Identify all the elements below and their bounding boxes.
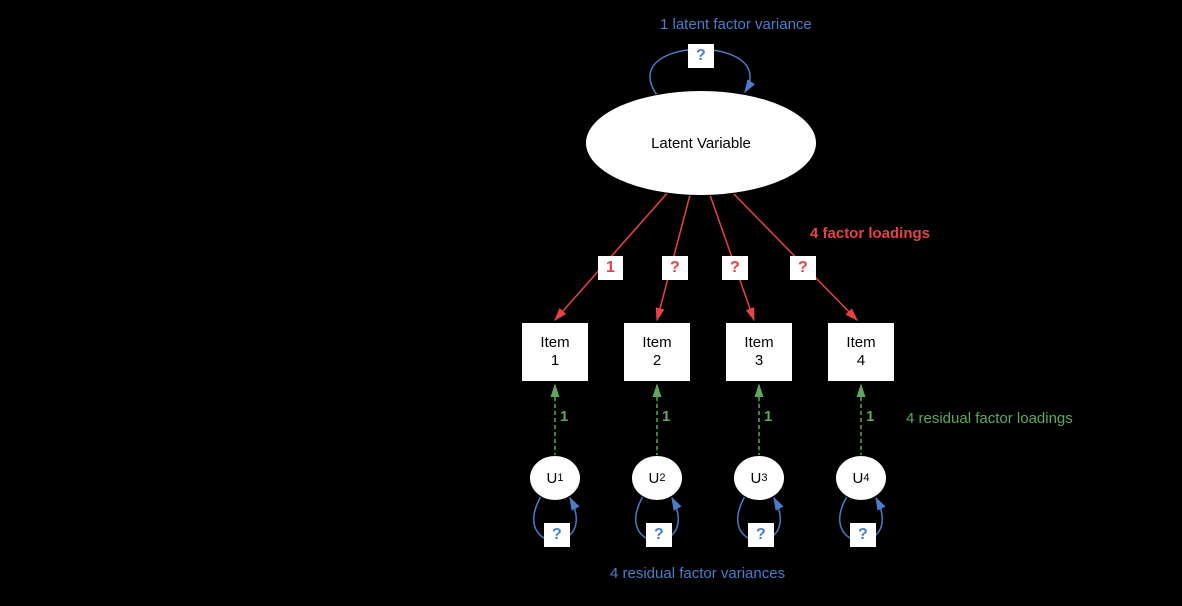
latent-variance-label: 1 latent factor variance [660,16,812,33]
loading-3: ? [722,256,748,280]
item-3: Item3 [725,322,793,382]
residual-variances-label: 4 residual factor variances [610,565,785,582]
residual-loading-3-value: 1 [764,408,772,425]
factor-loadings-label: 4 factor loadings [810,225,930,242]
latent-variance-q: ? [688,44,714,68]
residual-u4: U4 [835,455,887,501]
residual-loading-1-value: 1 [560,408,568,425]
residual-loading-4-value: 1 [866,408,874,425]
item-4: Item4 [827,322,895,382]
item-1: Item1 [521,322,589,382]
residual-u1: U1 [529,455,581,501]
residual-u2: U2 [631,455,683,501]
loading-2: ? [662,256,688,280]
residual-variance-q3: ? [748,523,774,547]
residual-variance-q1: ? [544,523,570,547]
residual-u3: U3 [733,455,785,501]
residual-variance-q4: ? [850,523,876,547]
latent-variable-node: Latent Variable [585,90,817,196]
residual-loadings-label: 4 residual factor loadings [906,410,1073,427]
latent-variable-text: Latent Variable [651,135,751,152]
residual-variance-q2: ? [646,523,672,547]
item-2: Item2 [623,322,691,382]
loading-4: ? [790,256,816,280]
loading-1: 1 [598,256,623,280]
residual-loading-2-value: 1 [662,408,670,425]
